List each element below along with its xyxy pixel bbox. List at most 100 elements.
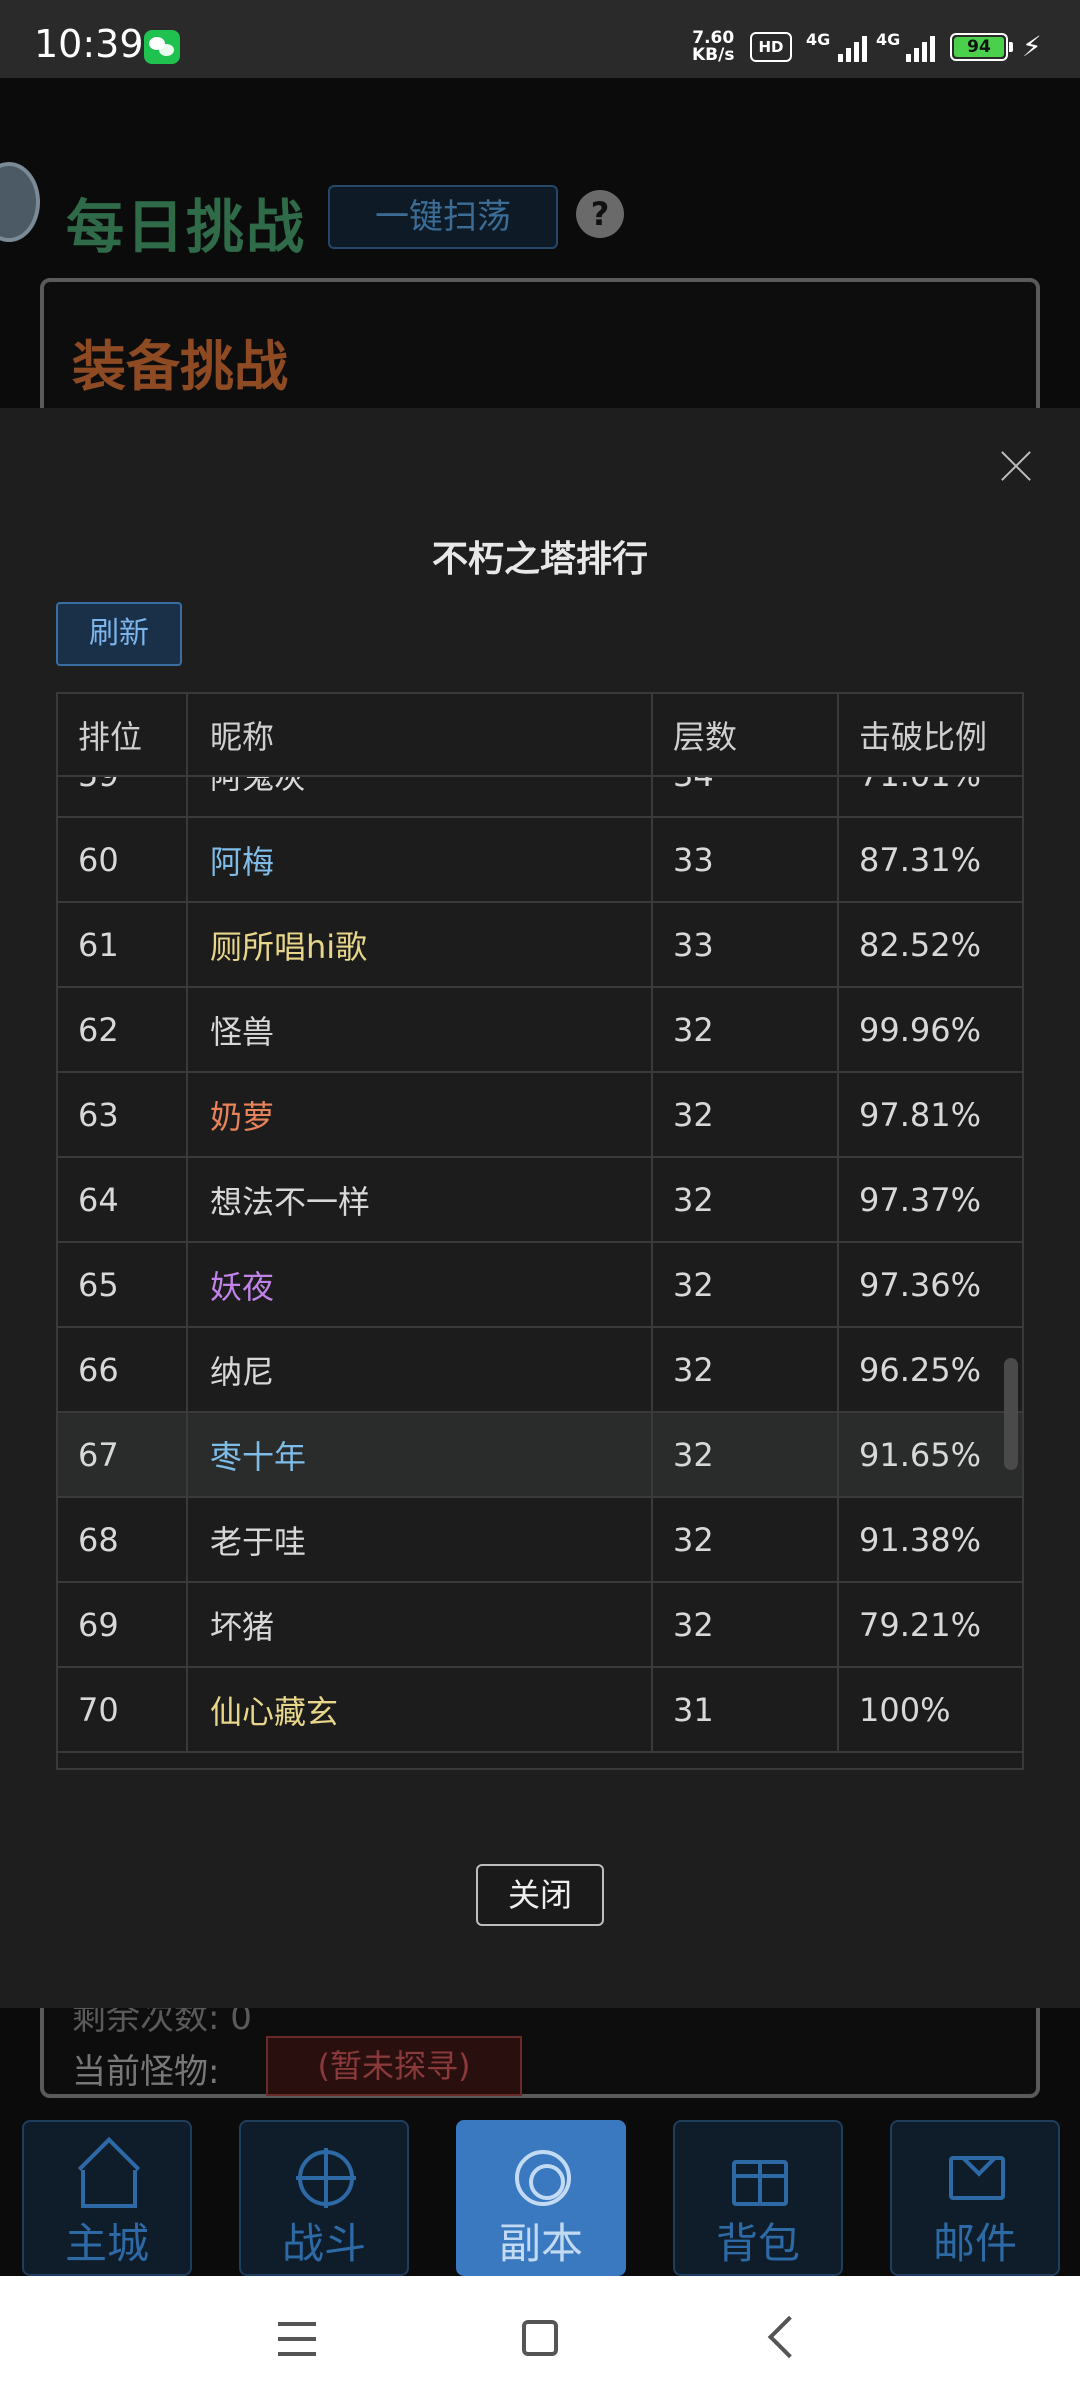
floor-cell: 32 <box>653 1328 839 1411</box>
floor-cell: 32 <box>653 988 839 1071</box>
nickname-cell: 怪兽 <box>188 988 653 1071</box>
ratio-cell: 79.21% <box>859 1605 982 1644</box>
nickname-cell: 老于哇 <box>188 1498 653 1581</box>
rank-cell: 70 <box>58 1668 188 1751</box>
signal-2-icon <box>906 34 935 62</box>
avatar[interactable] <box>0 162 40 242</box>
floor-cell: 32 <box>653 1583 839 1666</box>
table-row[interactable]: 66 纳尼 32 96.25% <box>58 1328 1022 1413</box>
panel-title: 装备挑战 <box>72 335 288 398</box>
modal-title: 不朽之塔排行 <box>431 539 648 580</box>
nickname-cell: 阿梅 <box>188 818 653 901</box>
recent-apps-icon[interactable] <box>278 2322 316 2356</box>
nickname-cell: 奶萝 <box>188 1073 653 1156</box>
column-header-floor: 层数 <box>653 694 839 775</box>
table-row[interactable]: 68 老于哇 32 91.38% <box>58 1498 1022 1583</box>
ratio-cell: 100% <box>859 1690 951 1729</box>
sweep-button[interactable]: 一键扫荡 <box>328 185 558 249</box>
close-button[interactable]: 关闭 <box>476 1864 604 1926</box>
network-speed: 7.60 KB/s <box>692 28 735 65</box>
rank-cell: 68 <box>58 1498 188 1581</box>
charging-icon: ⚡ <box>1022 30 1042 63</box>
ratio-cell: 87.31% <box>859 840 982 879</box>
table-row[interactable]: 60 阿梅 33 87.31% <box>58 818 1022 903</box>
nav-tab-0[interactable]: 主城 <box>22 2120 192 2276</box>
column-header-ratio: 击破比例 <box>859 717 988 756</box>
nav-tab-2[interactable]: 副本 <box>456 2120 626 2276</box>
crosshair-icon <box>296 2148 356 2208</box>
status-bar: 10:39 7.60 KB/s HD 4G 4G 94 ⚡ <box>0 0 1080 78</box>
nickname-cell: 纳尼 <box>188 1328 653 1411</box>
table-scrollbar[interactable] <box>1004 1358 1018 1470</box>
battery-level: 94 <box>954 37 1004 57</box>
table-row[interactable]: 69 坏猪 32 79.21% <box>58 1583 1022 1668</box>
nav-tab-4[interactable]: 邮件 <box>890 2120 1060 2276</box>
rank-cell: 63 <box>58 1073 188 1156</box>
nickname-cell: 厕所唱hi歌 <box>188 903 653 986</box>
nav-tab-label: 背包 <box>715 2219 800 2268</box>
table-header: 排位 昵称 层数 击破比例 <box>58 694 1022 777</box>
nav-tab-label: 战斗 <box>281 2219 366 2268</box>
ratio-cell: 99.96% <box>859 1010 982 1049</box>
rank-cell: 60 <box>58 818 188 901</box>
rank-cell: 69 <box>58 1583 188 1666</box>
battery-icon: 94 <box>950 33 1013 61</box>
nav-tab-label: 邮件 <box>932 2219 1017 2268</box>
refresh-button[interactable]: 刷新 <box>56 602 182 666</box>
ratio-cell: 97.36% <box>859 1265 982 1304</box>
help-icon[interactable]: ? <box>576 190 624 238</box>
monster-label: 当前怪物: <box>72 2052 220 2092</box>
table-row[interactable]: 65 妖夜 32 97.36% <box>58 1243 1022 1328</box>
floor-cell: 32 <box>653 1413 839 1496</box>
monster-value[interactable]: (暂未探寻) <box>266 2036 522 2096</box>
nickname-cell: 枣十年 <box>188 1413 653 1496</box>
rank-cell: 61 <box>58 903 188 986</box>
nav-tab-label: 副本 <box>498 2219 583 2268</box>
hd-volte-icon: HD <box>750 32 792 62</box>
rank-cell: 66 <box>58 1328 188 1411</box>
nav-tab-label: 主城 <box>64 2219 149 2268</box>
nickname-cell: 想法不一样 <box>188 1158 653 1241</box>
back-icon[interactable] <box>767 2315 811 2359</box>
table-row[interactable]: 63 奶萝 32 97.81% <box>58 1073 1022 1158</box>
floor-cell: 32 <box>653 1243 839 1326</box>
column-header-rank: 排位 <box>58 694 188 775</box>
floor-cell: 32 <box>653 1073 839 1156</box>
floor-cell: 33 <box>653 903 839 986</box>
column-header-nickname: 昵称 <box>188 694 653 775</box>
rank-cell: 64 <box>58 1158 188 1241</box>
home-button-icon[interactable] <box>522 2320 558 2356</box>
system-nav-bar <box>0 2276 1080 2401</box>
rank-cell: 62 <box>58 988 188 1071</box>
signal-2-label: 4G <box>876 30 901 49</box>
nickname-cell: 妖夜 <box>188 1243 653 1326</box>
table-row[interactable]: 70 仙心藏玄 31 100% <box>58 1668 1022 1753</box>
floor-cell: 32 <box>653 1158 839 1241</box>
signal-1-icon <box>838 34 867 62</box>
ratio-cell: 82.52% <box>859 925 982 964</box>
floor-cell: 32 <box>653 1498 839 1581</box>
table-row[interactable]: 62 怪兽 32 99.96% <box>58 988 1022 1073</box>
signal-1-label: 4G <box>806 30 831 49</box>
rank-cell: 65 <box>58 1243 188 1326</box>
ranking-table[interactable]: 排位 昵称 层数 击破比例 59 阿鬼灰 34 71.01% 60阿梅3387.… <box>56 692 1024 1770</box>
ratio-cell: 96.25% <box>859 1350 982 1389</box>
table-row[interactable]: 61 厕所唱hi歌 33 82.52% <box>58 903 1022 988</box>
nav-tab-1[interactable]: 战斗 <box>239 2120 409 2276</box>
close-icon[interactable] <box>996 446 1036 486</box>
ratio-cell: 97.81% <box>859 1095 982 1134</box>
ratio-cell: 91.65% <box>859 1435 982 1474</box>
wechat-notification-icon <box>144 30 180 64</box>
ratio-cell: 97.37% <box>859 1180 982 1219</box>
lifebuoy-icon <box>515 2150 571 2206</box>
ratio-cell: 91.38% <box>859 1520 982 1559</box>
clock: 10:39 <box>34 22 144 66</box>
table-row[interactable]: 64 想法不一样 32 97.37% <box>58 1158 1022 1243</box>
page-title: 每日挑战 <box>66 193 307 261</box>
package-icon <box>732 2160 788 2206</box>
floor-cell: 31 <box>653 1668 839 1751</box>
table-row[interactable]: 67 枣十年 32 91.65% <box>58 1413 1022 1498</box>
floor-cell: 33 <box>653 818 839 901</box>
nav-tab-3[interactable]: 背包 <box>673 2120 843 2276</box>
rank-cell: 67 <box>58 1413 188 1496</box>
